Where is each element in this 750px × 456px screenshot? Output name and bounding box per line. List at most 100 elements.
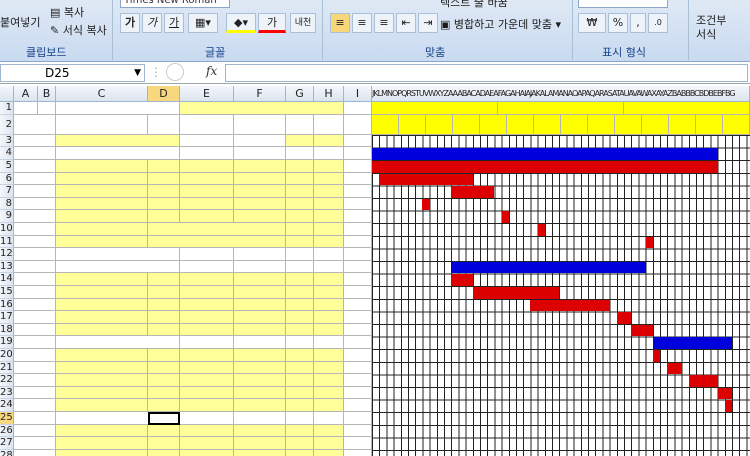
ftes-cell[interactable] xyxy=(314,336,344,349)
task-cell[interactable] xyxy=(56,323,148,337)
days-cell[interactable] xyxy=(286,399,314,412)
fill-color-button[interactable]: ◆▾ xyxy=(226,13,256,33)
gantt-column-headers[interactable]: JKLMNOPQRSTUVWXYZAAABACADAEAFAGAHAIAJAKA… xyxy=(372,86,750,102)
hrs-cell[interactable] xyxy=(344,185,372,198)
column-header-a[interactable]: A xyxy=(14,86,38,102)
plan-start-cell[interactable] xyxy=(180,298,234,312)
row-header[interactable]: 17 xyxy=(0,311,14,324)
plan-start-cell[interactable] xyxy=(180,248,234,261)
task-cell[interactable] xyxy=(56,260,180,274)
ftes-cell[interactable] xyxy=(314,323,344,337)
task-cell[interactable] xyxy=(56,222,148,236)
hrs-cell[interactable] xyxy=(344,197,372,211)
wbs-cell[interactable] xyxy=(14,424,56,438)
phonetic-button[interactable]: 내천 xyxy=(290,13,316,33)
days-cell[interactable] xyxy=(286,348,314,362)
plan-finish-cell[interactable] xyxy=(234,386,286,400)
wbs-cell[interactable] xyxy=(14,260,56,274)
hrs-cell[interactable] xyxy=(344,285,372,299)
days-cell[interactable] xyxy=(286,235,314,249)
hrs-cell[interactable] xyxy=(344,172,372,186)
wbs-cell[interactable] xyxy=(14,172,56,186)
hrs-cell[interactable] xyxy=(344,260,372,274)
row-header[interactable]: 21 xyxy=(0,361,14,375)
row-header[interactable]: 23 xyxy=(0,386,14,400)
hrs-cell[interactable] xyxy=(344,134,372,148)
wrap-text-button[interactable]: 텍스트 줄 바꿈 xyxy=(440,0,508,10)
plan-finish-cell[interactable] xyxy=(234,374,286,387)
hrs-cell[interactable] xyxy=(344,411,372,425)
task-cell[interactable] xyxy=(56,235,148,249)
plan-start-cell[interactable] xyxy=(180,159,234,173)
days-cell[interactable] xyxy=(286,222,314,236)
row-header[interactable]: 10 xyxy=(0,222,14,236)
ftes-cell[interactable] xyxy=(314,260,344,274)
task-cell[interactable] xyxy=(56,374,148,387)
hrs-cell[interactable] xyxy=(344,222,372,236)
copy-button[interactable]: ▤ 복사 xyxy=(50,4,84,20)
ftes-cell[interactable] xyxy=(314,210,344,223)
hrs-cell[interactable] xyxy=(344,311,372,324)
plan-finish-cell[interactable] xyxy=(234,285,286,299)
days-cell[interactable] xyxy=(286,424,314,438)
column-header-i[interactable]: I xyxy=(344,86,372,102)
owner-cell[interactable] xyxy=(148,197,180,211)
task-cell[interactable] xyxy=(56,437,148,450)
wbs-cell[interactable] xyxy=(14,159,56,173)
days-cell[interactable] xyxy=(286,147,314,160)
days-cell[interactable] xyxy=(286,298,314,312)
plan-finish-cell[interactable] xyxy=(234,298,286,312)
days-cell[interactable] xyxy=(286,374,314,387)
row-header[interactable]: 5 xyxy=(0,159,14,173)
align-left-button[interactable]: ≡ xyxy=(330,13,350,33)
format-painter-button[interactable]: ✎ 서식 복사 xyxy=(50,22,107,38)
merge-center-button[interactable]: ▣ 병합하고 가운데 맞춤 ▾ xyxy=(440,16,561,32)
owner-cell[interactable] xyxy=(148,159,180,173)
plan-start-cell[interactable] xyxy=(180,399,234,412)
name-box[interactable]: D25 ▼ xyxy=(0,64,145,82)
days-cell[interactable] xyxy=(286,185,314,198)
days-cell[interactable] xyxy=(286,197,314,211)
plan-finish-cell[interactable] xyxy=(234,437,286,450)
row-header[interactable]: 22 xyxy=(0,374,14,387)
row-header[interactable]: 24 xyxy=(0,399,14,412)
plan-finish-cell[interactable] xyxy=(234,424,286,438)
task-cell[interactable] xyxy=(56,172,148,186)
font-color-button[interactable]: 가 xyxy=(258,13,286,33)
hrs-cell[interactable] xyxy=(344,273,372,286)
days-cell[interactable] xyxy=(286,386,314,400)
plan-finish-cell[interactable] xyxy=(234,361,286,375)
italic-button[interactable]: 가 xyxy=(142,13,162,33)
row-header[interactable]: 27 xyxy=(0,437,14,450)
wbs-cell[interactable] xyxy=(14,311,56,324)
days-cell[interactable] xyxy=(286,172,314,186)
owner-cell[interactable] xyxy=(148,424,180,438)
task-cell[interactable] xyxy=(56,285,148,299)
row-header[interactable]: 16 xyxy=(0,298,14,312)
plan-start-cell[interactable] xyxy=(180,311,234,324)
days-cell[interactable] xyxy=(286,411,314,425)
row-header[interactable]: 26 xyxy=(0,424,14,438)
plan-finish-cell[interactable] xyxy=(234,411,286,425)
ftes-cell[interactable] xyxy=(314,159,344,173)
days-cell[interactable] xyxy=(286,361,314,375)
column-header-c[interactable]: C xyxy=(56,86,148,102)
hrs-cell[interactable] xyxy=(344,449,372,456)
task-cell[interactable] xyxy=(56,273,148,286)
ftes-cell[interactable] xyxy=(314,411,344,425)
plan-finish-cell[interactable] xyxy=(234,248,286,261)
owner-cell[interactable] xyxy=(148,222,286,236)
row-header[interactable]: 1 xyxy=(0,102,14,115)
task-cell[interactable] xyxy=(56,449,148,456)
formula-input[interactable] xyxy=(225,64,748,82)
plan-finish-cell[interactable] xyxy=(234,348,286,362)
wbs-cell[interactable] xyxy=(14,210,56,223)
wbs-cell[interactable] xyxy=(14,298,56,312)
plan-finish-cell[interactable] xyxy=(234,449,286,456)
ftes-cell[interactable] xyxy=(314,147,344,160)
comma-button[interactable]: , xyxy=(630,13,646,33)
days-cell[interactable] xyxy=(286,248,314,261)
ftes-cell[interactable] xyxy=(314,134,344,148)
insert-function-button[interactable]: fx xyxy=(206,64,217,78)
wbs-cell[interactable] xyxy=(14,336,56,349)
